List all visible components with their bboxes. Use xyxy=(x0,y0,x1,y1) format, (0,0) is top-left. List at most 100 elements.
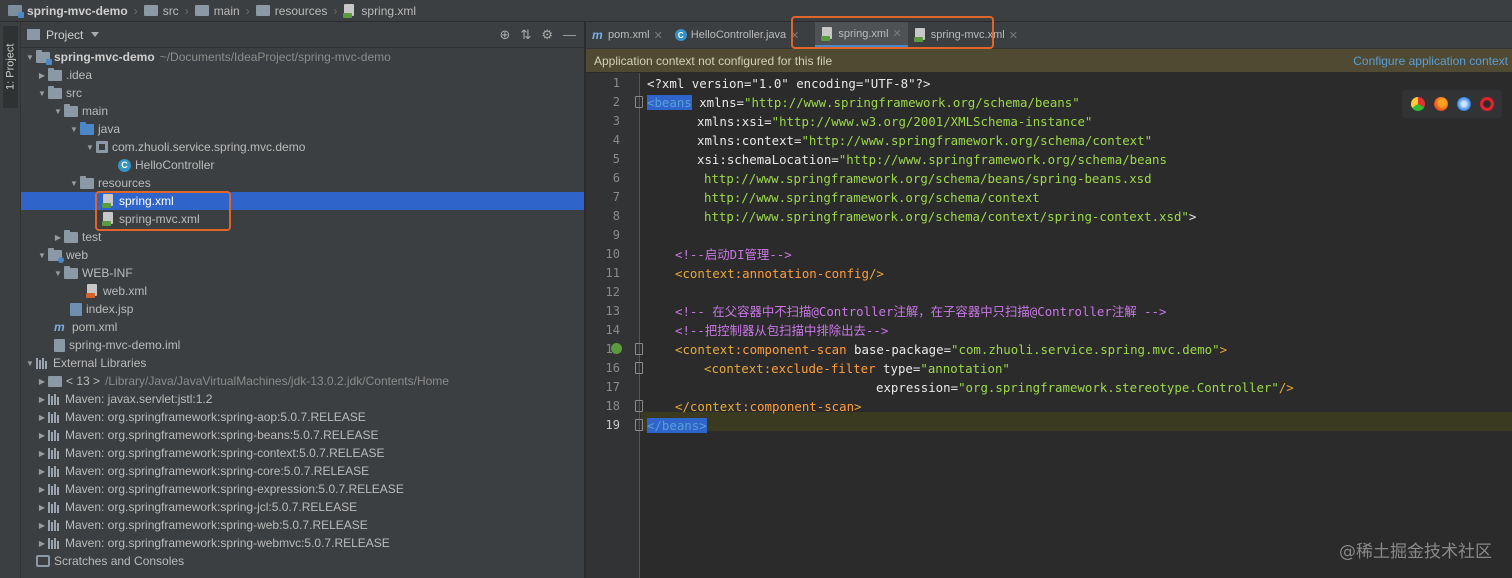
tree-item-iml[interactable]: spring-mvc-demo.iml xyxy=(21,336,584,354)
code-line-7: http://www.springframework.org/schema/co… xyxy=(704,190,1040,205)
tree-item-library[interactable]: ▶ Maven: org.springframework:spring-jcl:5… xyxy=(21,498,584,516)
collapse-arrow-icon[interactable]: ▶ xyxy=(36,408,48,426)
close-icon[interactable]: ✕ xyxy=(1009,29,1018,42)
collapse-arrow-icon[interactable]: ▶ xyxy=(36,66,48,84)
xml-file-icon xyxy=(86,284,99,298)
line-number: 8 xyxy=(612,209,620,223)
line-number: 10 xyxy=(605,247,620,261)
collapse-arrow-icon[interactable]: ▶ xyxy=(52,228,64,246)
collapse-arrow-icon[interactable]: ▶ xyxy=(36,372,48,390)
collapse-arrow-icon[interactable]: ▶ xyxy=(36,498,48,516)
close-icon[interactable]: ✕ xyxy=(893,27,902,40)
expand-arrow-icon[interactable]: ▼ xyxy=(52,264,64,282)
tree-item-spring-mvc-xml[interactable]: spring-mvc.xml xyxy=(21,210,584,228)
opera-icon[interactable] xyxy=(1479,97,1494,111)
expand-arrow-icon[interactable]: ▼ xyxy=(52,102,64,120)
code-line-18: </context:component-scan> xyxy=(675,399,862,414)
expand-arrow-icon[interactable]: ▼ xyxy=(68,120,80,138)
tree-item-java[interactable]: ▼ java xyxy=(21,120,584,138)
code-line-13: <!-- 在父容器中不扫描@Controller注解，在子容器中只扫描@Cont… xyxy=(675,304,1167,319)
tree-item-library[interactable]: ▶ Maven: org.springframework:spring-core:… xyxy=(21,462,584,480)
tab-pom-xml[interactable]: m pom.xml ✕ xyxy=(586,22,669,48)
tree-item-hellocontroller[interactable]: C HelloController xyxy=(21,156,584,174)
web-folder-icon xyxy=(48,247,64,263)
tree-item-web-xml[interactable]: web.xml xyxy=(21,282,584,300)
tree-item-package[interactable]: ▼ com.zhuoli.service.spring.mvc.demo xyxy=(21,138,584,156)
watermark: @稀土掘金技术社区 xyxy=(1339,542,1492,562)
tree-item-src[interactable]: ▼ src xyxy=(21,84,584,102)
tab-spring-xml[interactable]: spring.xml ✕ xyxy=(815,22,908,48)
tree-item-spring-mvc-demo[interactable]: ▼ spring-mvc-demo ~/Documents/IdeaProject/… xyxy=(21,48,584,66)
folder-icon xyxy=(48,85,62,99)
chrome-icon[interactable] xyxy=(1410,97,1425,111)
maven-icon: m xyxy=(54,320,65,334)
expand-arrow-icon[interactable]: ▼ xyxy=(84,138,96,156)
line-number: 14 xyxy=(605,323,620,337)
tree-item-library[interactable]: ▶ Maven: org.springframework:spring-conte… xyxy=(21,444,584,462)
tree-item-spring-xml[interactable]: spring.xml xyxy=(21,192,584,210)
tree-item-library[interactable]: ▶ Maven: org.springframework:spring-web:5… xyxy=(21,516,584,534)
expand-arrow-icon[interactable]: ▼ xyxy=(36,84,48,102)
collapse-all-icon[interactable]: ⇅ xyxy=(520,27,531,43)
jdk-icon xyxy=(48,375,62,387)
chevron-down-icon[interactable] xyxy=(91,32,100,37)
collapse-arrow-icon[interactable]: ▶ xyxy=(36,444,48,462)
project-view-selector[interactable]: Project xyxy=(46,28,83,42)
project-tool-window-button[interactable]: 1: Project xyxy=(3,26,18,108)
close-icon[interactable]: ✕ xyxy=(654,29,663,42)
tree-item-scratches[interactable]: Scratches and Consoles xyxy=(21,552,584,570)
breadcrumb-resources[interactable]: resources xyxy=(255,0,327,22)
tree-item-main[interactable]: ▼ main xyxy=(21,102,584,120)
spring-bean-gutter-icon[interactable] xyxy=(611,343,622,354)
collapse-arrow-icon[interactable]: ▶ xyxy=(36,534,48,552)
gear-icon[interactable]: ⚙ xyxy=(541,27,553,43)
folder-icon xyxy=(48,67,62,81)
tree-item-library[interactable]: ▶ Maven: org.springframework:spring-aop:5… xyxy=(21,408,584,426)
fold-marker-icon[interactable] xyxy=(635,419,643,431)
tree-item-web[interactable]: ▼ web xyxy=(21,246,584,264)
tree-item-idea[interactable]: ▶ .idea xyxy=(21,66,584,84)
tree-item-pom-xml[interactable]: m pom.xml xyxy=(21,318,584,336)
expand-arrow-icon[interactable]: ▼ xyxy=(24,354,36,372)
library-icon xyxy=(48,429,61,441)
collapse-arrow-icon[interactable]: ▶ xyxy=(36,480,48,498)
breadcrumb-main[interactable]: main xyxy=(194,0,240,22)
folder-icon xyxy=(64,265,78,279)
expand-arrow-icon[interactable]: ▼ xyxy=(24,48,36,66)
line-number: 1 xyxy=(612,76,620,90)
line-number: 16 xyxy=(605,361,620,375)
tree-item-library[interactable]: ▶ Maven: org.springframework:spring-expre… xyxy=(21,480,584,498)
collapse-arrow-icon[interactable]: ▶ xyxy=(36,390,48,408)
breadcrumb-src[interactable]: src xyxy=(143,0,179,22)
close-icon[interactable]: ✕ xyxy=(790,29,799,42)
fold-marker-icon[interactable] xyxy=(635,400,643,412)
safari-icon[interactable] xyxy=(1456,97,1471,111)
locate-icon[interactable]: ⊕ xyxy=(500,27,511,43)
expand-arrow-icon[interactable]: ▼ xyxy=(68,174,80,192)
tab-hellocontroller[interactable]: C HelloController.java ✕ xyxy=(669,22,806,48)
tree-item-library[interactable]: ▶ Maven: org.springframework:spring-beans… xyxy=(21,426,584,444)
expand-arrow-icon[interactable]: ▼ xyxy=(36,246,48,264)
breadcrumb-project[interactable]: spring-mvc-demo xyxy=(8,0,128,22)
collapse-arrow-icon[interactable]: ▶ xyxy=(36,516,48,534)
tree-item-jdk[interactable]: ▶ < 13 >/Library/Java/JavaVirtualMachines… xyxy=(21,372,584,390)
configure-context-link[interactable]: Configure application context xyxy=(1353,54,1512,68)
tree-item-resources[interactable]: ▼ resources xyxy=(21,174,584,192)
hide-icon[interactable]: — xyxy=(563,27,576,42)
tree-item-web-inf[interactable]: ▼ WEB-INF xyxy=(21,264,584,282)
tree-item-library[interactable]: ▶ Maven: org.springframework:spring-webmv… xyxy=(21,534,584,552)
tree-item-external-libraries[interactable]: ▼ External Libraries xyxy=(21,354,584,372)
fold-marker-icon[interactable] xyxy=(635,362,643,374)
firefox-icon[interactable] xyxy=(1433,97,1448,111)
fold-marker-icon[interactable] xyxy=(635,343,643,355)
collapse-arrow-icon[interactable]: ▶ xyxy=(36,462,48,480)
fold-marker-icon[interactable] xyxy=(635,96,643,108)
code-line-14: <!--把控制器从包扫描中排除出去--> xyxy=(675,323,889,338)
breadcrumb-spring-xml[interactable]: spring.xml xyxy=(343,0,416,22)
tab-spring-mvc-xml[interactable]: spring-mvc.xml ✕ xyxy=(908,22,1024,48)
collapse-arrow-icon[interactable]: ▶ xyxy=(36,426,48,444)
tree-item-test[interactable]: ▶ test xyxy=(21,228,584,246)
library-icon xyxy=(48,483,61,495)
tree-item-library[interactable]: ▶ Maven: javax.servlet:jstl:1.2 xyxy=(21,390,584,408)
tree-item-index-jsp[interactable]: index.jsp xyxy=(21,300,584,318)
